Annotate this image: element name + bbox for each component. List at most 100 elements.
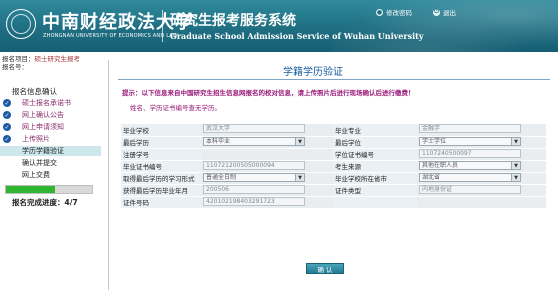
field-value-cell: 金融学	[417, 124, 546, 137]
form-row: 获得最后学历毕业年月 200506 证件类型 内地身份证	[121, 184, 546, 197]
project-value: 硕士研究生报考	[34, 55, 81, 63]
select-dropdown[interactable]: 本科毕业 ▼	[203, 136, 305, 146]
select-dropdown[interactable]: 湖北省 ▼	[419, 172, 521, 182]
form-row: 毕业学校 武汉大学 毕业专业 金融学	[121, 124, 546, 137]
field-value-cell: 1107240500097	[417, 148, 546, 161]
hint-detail: 姓名、学历证书编号查无学历。	[130, 104, 221, 112]
field-label: 取得最后学历的学习形式	[121, 172, 201, 185]
select-value: 普通全日制	[206, 173, 237, 181]
readonly-input[interactable]: 110721200505000094	[203, 160, 305, 170]
field-label: 最后学位	[333, 136, 417, 149]
check-icon: ✓	[3, 135, 11, 143]
field-value-cell: 420102198403291723	[201, 196, 333, 209]
chevron-down-icon: ▼	[295, 173, 304, 181]
readonly-input[interactable]: 内地身份证	[419, 184, 521, 194]
sidebar-item-label: 硕士报名承诺书	[22, 99, 71, 107]
select-dropdown[interactable]: 其他在职人员 ▼	[419, 160, 521, 170]
field-label: 考生来源	[333, 160, 417, 173]
confirm-button[interactable]: 确 认	[306, 263, 344, 274]
chevron-down-icon: ▼	[511, 173, 520, 181]
select-dropdown[interactable]: 学士学位 ▼	[419, 136, 521, 146]
sidebar-item-label: 确认并提交	[22, 159, 57, 167]
chevron-down-icon: ▼	[511, 137, 520, 145]
field-value-cell: 本科毕业 ▼	[201, 136, 333, 149]
sidebar-item-announcement[interactable]: ✓ 网上确认公告	[0, 110, 101, 120]
number-info: 报名号：	[2, 61, 28, 71]
sidebar-title: 报名信息确认	[12, 87, 57, 96]
system-title-cn: 研究生报考服务系统	[170, 13, 296, 29]
field-value-cell	[201, 148, 333, 161]
chevron-down-icon: ▼	[295, 137, 304, 145]
field-label: 获得最后学历毕业年月	[121, 184, 201, 197]
number-label: 报名号：	[2, 63, 28, 71]
change-password-link[interactable]: ● 修改密码	[376, 7, 412, 17]
sidebar-item-label: 上传照片	[22, 135, 50, 143]
readonly-input[interactable]: 200506	[203, 184, 305, 194]
check-icon: ✓	[3, 99, 11, 107]
sidebar-item-submit[interactable]: 确认并提交	[0, 158, 101, 168]
user-icon: ●	[376, 8, 383, 16]
field-value-cell	[417, 196, 546, 209]
university-logo	[6, 9, 36, 39]
check-icon: ✓	[3, 123, 11, 131]
form-row: 最后学历 本科毕业 ▼ 最后学位 学士学位 ▼	[121, 136, 546, 149]
check-icon: ✓	[3, 111, 11, 119]
field-label: 证件号码	[121, 196, 201, 209]
sidebar-item-verification[interactable]: 学历学籍验证	[0, 146, 101, 156]
sidebar-item-notice[interactable]: ✓ 网上申请须知	[0, 122, 101, 132]
header-divider	[162, 10, 163, 42]
system-title-en: Graduate School Admission Service of Wuh…	[170, 31, 424, 41]
field-label: 证件类型	[333, 184, 417, 197]
field-value-cell: 武汉大学	[201, 124, 333, 137]
field-value-cell: 其他在职人员 ▼	[417, 160, 546, 173]
field-value-cell: 200506	[201, 184, 333, 197]
change-password-label: 修改密码	[386, 9, 412, 17]
field-value-cell: 110721200505000094	[201, 160, 333, 173]
field-label: 毕业证书编号	[121, 160, 201, 173]
content-divider	[108, 60, 109, 290]
progress-label: 报名完成进度：4/7	[12, 198, 78, 207]
logout-label: 退出	[443, 9, 456, 17]
field-label: 最后学历	[121, 136, 201, 149]
sidebar-item-upload-photo[interactable]: ✓ 上传照片	[0, 134, 101, 144]
select-value: 本科毕业	[206, 137, 231, 145]
field-label: 学位证书编号	[333, 148, 417, 161]
form-row: 取得最后学历的学习形式 普通全日制 ▼ 毕业学校所在省市 湖北省 ▼	[121, 172, 546, 185]
field-label: 毕业学校	[121, 124, 201, 137]
header-banner: 中南财经政法大学 ZHONGNAN UNIVERSITY OF ECONOMIC…	[0, 0, 558, 52]
verification-form: 毕业学校 武汉大学 毕业专业 金融学最后学历 本科毕业 ▼ 最后学位 学士学位 ▼ 注册学号 学位证…	[121, 124, 546, 209]
title-divider	[118, 79, 550, 80]
sidebar-item-payment[interactable]: 网上交费	[0, 170, 101, 180]
field-value-cell: 湖北省 ▼	[417, 172, 546, 185]
field-value-cell: 普通全日制 ▼	[201, 172, 333, 185]
page-title: 学籍学历验证	[283, 67, 343, 78]
form-row: 证件号码 420102198403291723	[121, 196, 546, 209]
logout-link[interactable]: ⏻ 退出	[433, 7, 456, 17]
select-value: 学士学位	[422, 137, 447, 145]
readonly-input[interactable]: 420102198403291723	[203, 196, 305, 206]
power-icon: ⏻	[433, 8, 440, 16]
chevron-down-icon: ▼	[511, 161, 520, 169]
readonly-input[interactable]: 金融学	[419, 124, 521, 134]
form-row: 注册学号 学位证书编号 1107240500097	[121, 148, 546, 161]
university-name-en: ZHONGNAN UNIVERSITY OF ECONOMICS AND LAW	[43, 33, 178, 39]
field-label: 注册学号	[121, 148, 201, 161]
select-dropdown[interactable]: 普通全日制 ▼	[203, 172, 305, 182]
sidebar-item-label: 网上交费	[22, 171, 50, 179]
sidebar-item-label: 网上确认公告	[22, 111, 64, 119]
sidebar-item-pledge[interactable]: ✓ 硕士报名承诺书	[0, 98, 101, 108]
progress-bar	[5, 185, 93, 194]
field-value-cell: 内地身份证	[417, 184, 546, 197]
select-value: 湖北省	[422, 173, 441, 181]
field-label: 毕业学校所在省市	[333, 172, 417, 185]
hint-text: 提示：以下信息来自中国研究生招生信息网报名的校对信息，请上传照片后进行现场确认后…	[122, 89, 415, 97]
sidebar-item-label: 学历学籍验证	[22, 147, 64, 155]
select-value: 其他在职人员	[422, 161, 459, 169]
readonly-input[interactable]: 1107240500097	[419, 148, 521, 158]
progress-fill	[6, 186, 56, 193]
field-value-cell: 学士学位 ▼	[417, 136, 546, 149]
form-row: 毕业证书编号 110721200505000094 考生来源 其他在职人员 ▼	[121, 160, 546, 173]
field-label: 毕业专业	[333, 124, 417, 137]
readonly-input[interactable]: 武汉大学	[203, 124, 305, 134]
sidebar-item-label: 网上申请须知	[22, 123, 64, 131]
